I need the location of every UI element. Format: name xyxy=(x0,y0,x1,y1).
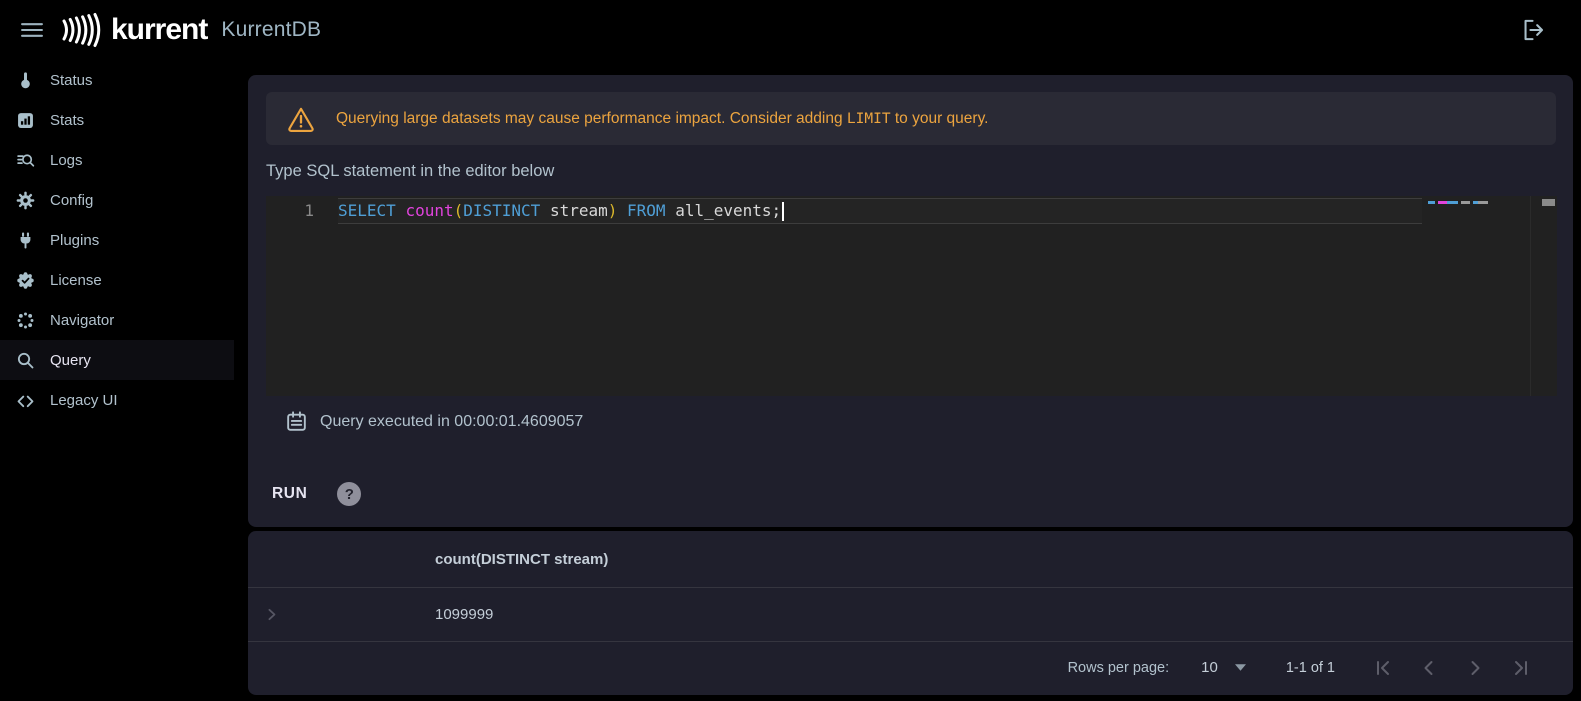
page-range-label: 1-1 of 1 xyxy=(1285,659,1335,676)
limit-keyword: LIMIT xyxy=(846,110,891,127)
sidebar-item-label: Plugins xyxy=(50,231,100,249)
column-header: count(DISTINCT stream) xyxy=(435,551,609,568)
brand-wordmark: kurrent xyxy=(111,13,208,46)
sql-token-paren: ( xyxy=(453,201,464,220)
editor-scrollbar-track xyxy=(1530,196,1531,396)
kurrent-logo-waves-icon xyxy=(62,13,101,47)
sidebar-item-label: Navigator xyxy=(50,311,115,329)
sql-editor[interactable]: 1 SELECT count(DISTINCT stream) FROM all… xyxy=(266,196,1557,396)
sql-token-keyword: DISTINCT xyxy=(463,201,541,220)
query-status-row: Query executed in 00:00:01.4609057 xyxy=(284,409,583,434)
log-search-icon xyxy=(14,149,36,171)
navigator-dots-icon xyxy=(14,309,36,331)
bar-chart-icon xyxy=(14,109,36,131)
topbar: kurrent KurrentDB xyxy=(0,0,1581,60)
sidebar-item-logs[interactable]: Logs xyxy=(0,140,234,180)
warning-triangle-icon xyxy=(288,107,314,132)
first-page-button[interactable] xyxy=(1371,656,1395,680)
hamburger-icon xyxy=(21,23,43,37)
sidebar-item-label: Status xyxy=(50,71,93,89)
query-execution-time: Query executed in 00:00:01.4609057 xyxy=(320,412,584,430)
pagination-footer: Rows per page: 10 1-1 of 1 xyxy=(248,642,1573,693)
first-page-icon xyxy=(1377,660,1389,675)
last-page-icon xyxy=(1515,660,1527,675)
app-title: KurrentDB xyxy=(221,18,322,41)
chevron-right-icon xyxy=(267,608,275,621)
table-row[interactable]: 1099999 xyxy=(248,588,1573,642)
warning-text: Querying large datasets may cause perfor… xyxy=(336,109,989,127)
rows-per-page-select[interactable]: 10 xyxy=(1201,659,1246,676)
editor-instruction-label: Type SQL statement in the editor below xyxy=(266,162,555,180)
sidebar-item-status[interactable]: Status xyxy=(0,60,234,100)
help-button[interactable]: ? xyxy=(337,482,362,506)
logout-icon xyxy=(1524,19,1544,41)
rows-per-page-label: Rows per page: xyxy=(1067,659,1170,676)
editor-scrollbar-thumb[interactable] xyxy=(1542,199,1555,206)
sidebar-item-query[interactable]: Query xyxy=(0,340,234,380)
sidebar-item-stats[interactable]: Stats xyxy=(0,100,234,140)
search-icon xyxy=(14,349,36,371)
query-editor-card: Querying large datasets may cause perfor… xyxy=(248,75,1573,527)
sidebar-item-label: Config xyxy=(50,191,94,209)
menu-button[interactable] xyxy=(16,14,48,46)
pager-controls xyxy=(1371,656,1533,680)
chevron-down-icon xyxy=(1234,664,1246,671)
question-mark-icon: ? xyxy=(344,485,354,503)
sidebar-item-plugins[interactable]: Plugins xyxy=(0,220,234,260)
chevron-right-icon xyxy=(1471,660,1480,675)
license-badge-icon xyxy=(14,269,36,291)
rows-per-page-value: 10 xyxy=(1201,659,1218,676)
sidebar-item-label: Stats xyxy=(50,111,85,129)
run-button[interactable]: RUN xyxy=(272,485,307,503)
row-expand-button[interactable] xyxy=(260,604,282,626)
previous-page-button[interactable] xyxy=(1417,656,1441,680)
sidebar-item-license[interactable]: License xyxy=(0,260,234,300)
thermometer-icon xyxy=(14,69,36,91)
sql-code-line: SELECT count(DISTINCT stream) FROM all_e… xyxy=(338,198,1422,224)
sidebar-item-label: Legacy UI xyxy=(50,391,118,409)
text-cursor xyxy=(782,202,785,221)
sidebar-item-config[interactable]: Config xyxy=(0,180,234,220)
sidebar-item-label: License xyxy=(50,271,102,289)
sidebar-item-navigator[interactable]: Navigator xyxy=(0,300,234,340)
run-row: RUN ? xyxy=(272,479,362,509)
clipboard-calendar-icon xyxy=(287,411,306,431)
performance-warning-banner: Querying large datasets may cause perfor… xyxy=(266,92,1556,145)
next-page-button[interactable] xyxy=(1463,656,1487,680)
code-brackets-icon xyxy=(14,389,36,411)
gear-icon xyxy=(14,189,36,211)
sql-token-function: count xyxy=(405,201,454,220)
logout-button[interactable] xyxy=(1517,15,1547,45)
editor-minimap[interactable] xyxy=(1428,201,1488,204)
chevron-left-icon xyxy=(1424,660,1433,675)
last-page-button[interactable] xyxy=(1509,656,1533,680)
results-table-header: count(DISTINCT stream) xyxy=(248,531,1573,588)
kurrent-logo: kurrent xyxy=(60,11,208,49)
sql-token-keyword: SELECT xyxy=(338,201,396,220)
line-number: 1 xyxy=(304,201,314,220)
query-results-card: count(DISTINCT stream) 1099999 Rows per … xyxy=(248,531,1573,695)
sidebar-item-label: Query xyxy=(50,351,91,369)
plug-icon xyxy=(14,229,36,251)
sidebar: Status Stats Logs Config Plugins License xyxy=(0,60,234,701)
result-cell: 1099999 xyxy=(435,606,494,623)
sidebar-item-legacy-ui[interactable]: Legacy UI xyxy=(0,380,234,420)
sql-token-keyword: FROM xyxy=(627,201,666,220)
sql-token-paren: ) xyxy=(607,201,618,220)
sidebar-item-label: Logs xyxy=(50,151,83,169)
